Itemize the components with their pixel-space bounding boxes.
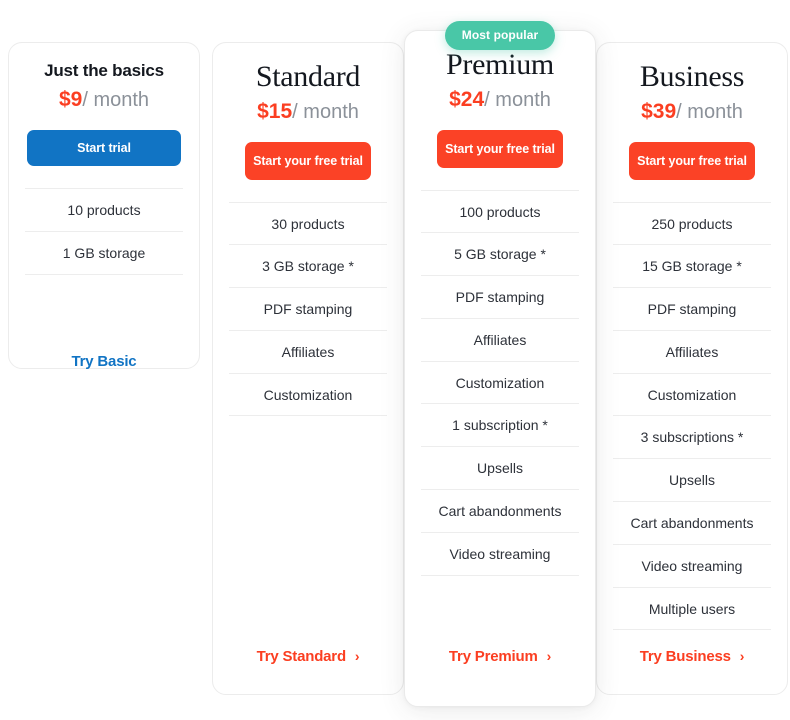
feature-item: 250 products — [613, 201, 771, 245]
feature-item: Cart abandonments — [421, 489, 579, 532]
try-standard-link[interactable]: Try Standard › — [257, 648, 360, 665]
most-popular-badge: Most popular — [444, 21, 556, 50]
try-link-label: Try Basic — [71, 353, 137, 370]
feature-item: Customization — [229, 372, 387, 417]
start-free-trial-button-standard[interactable]: Start your free trial — [245, 141, 371, 180]
try-link-wrapper-premium: Try Premium › — [405, 648, 595, 666]
card-header-basics: Just the basics $9/ month — [9, 43, 199, 112]
feature-item: Upsells — [613, 458, 771, 501]
price-period: / month — [484, 88, 551, 111]
feature-item: 3 GB storage * — [229, 244, 387, 287]
plan-price-basics: $9/ month — [19, 88, 189, 112]
feature-item: 1 subscription * — [421, 403, 579, 446]
feature-item: 5 GB storage * — [421, 232, 579, 275]
price-amount: $24 — [449, 87, 485, 111]
plan-name-premium: Premium — [446, 48, 554, 81]
feature-item: PDF stamping — [229, 287, 387, 330]
plan-name-standard: Standard — [255, 60, 361, 93]
feature-item: 30 products — [229, 201, 387, 245]
feature-item: Affiliates — [421, 317, 579, 361]
try-link-label: Try Standard — [256, 648, 346, 665]
pricing-card-standard: Standard $15/ month Start your free tria… — [212, 42, 404, 695]
feature-item: Affiliates — [229, 329, 387, 373]
pricing-table: Most popular Just the basics $9/ month S… — [0, 0, 790, 720]
feature-item: 1 GB storage — [25, 230, 183, 275]
feature-item: 100 products — [421, 189, 579, 233]
feature-item: Multiple users — [613, 586, 771, 631]
chevron-right-icon: › — [354, 648, 360, 664]
cta-button-wrapper-business: Start your free trial — [597, 141, 787, 180]
chevron-right-icon: › — [546, 648, 552, 664]
pricing-card-premium: Premium $24/ month Start your free trial… — [404, 30, 596, 707]
feature-item: Video streaming — [613, 543, 771, 587]
try-link-label: Try Premium — [448, 648, 538, 665]
most-popular-badge-wrapper: Most popular — [404, 21, 596, 50]
card-header-standard: Standard $15/ month — [213, 43, 403, 124]
try-basic-link[interactable]: Try Basic — [72, 353, 137, 370]
feature-list-premium: 100 products 5 GB storage * PDF stamping… — [421, 189, 579, 576]
feature-item: 3 subscriptions * — [613, 415, 771, 458]
price-amount: $9 — [58, 88, 83, 111]
start-trial-button-basics[interactable]: Start trial — [27, 130, 181, 166]
plan-name-basics: Just the basics — [44, 61, 164, 80]
feature-list-basics: 10 products 1 GB storage — [25, 188, 183, 275]
try-link-wrapper-business: Try Business › — [597, 648, 787, 666]
price-amount: $39 — [641, 99, 677, 123]
feature-item: 15 GB storage * — [613, 244, 771, 287]
price-period: / month — [292, 100, 359, 123]
feature-item: Customization — [613, 372, 771, 416]
try-premium-link[interactable]: Try Premium › — [449, 648, 551, 665]
price-amount: $15 — [257, 99, 293, 123]
cta-button-wrapper-standard: Start your free trial — [213, 141, 403, 180]
cta-button-wrapper-basics: Start trial — [9, 130, 199, 166]
feature-list-standard: 30 products 3 GB storage * PDF stamping … — [229, 201, 387, 417]
plan-price-premium: $24/ month — [415, 88, 585, 112]
pricing-card-basics: Just the basics $9/ month Start trial 10… — [8, 42, 200, 371]
feature-item: Customization — [421, 360, 579, 404]
feature-item: Affiliates — [613, 329, 771, 373]
chevron-right-icon: › — [739, 648, 745, 664]
feature-item: PDF stamping — [613, 287, 771, 330]
try-link-wrapper-basics: Try Basic — [9, 353, 199, 371]
try-business-link[interactable]: Try Business › — [639, 648, 745, 665]
start-free-trial-button-premium[interactable]: Start your free trial — [437, 129, 563, 168]
start-free-trial-button-business[interactable]: Start your free trial — [629, 141, 755, 180]
price-period: / month — [676, 100, 743, 123]
feature-item: 10 products — [25, 188, 183, 231]
try-link-wrapper-standard: Try Standard › — [213, 648, 403, 666]
feature-item: Upsells — [421, 446, 579, 489]
cta-button-wrapper-premium: Start your free trial — [405, 129, 595, 168]
feature-item: Cart abandonments — [613, 501, 771, 544]
feature-item: PDF stamping — [421, 275, 579, 318]
feature-item: Video streaming — [421, 531, 579, 576]
plan-name-business: Business — [639, 60, 745, 93]
price-period: / month — [82, 89, 150, 111]
pricing-card-business: Business $39/ month Start your free tria… — [596, 42, 788, 695]
card-header-business: Business $39/ month — [597, 43, 787, 124]
plan-price-business: $39/ month — [607, 100, 777, 124]
feature-list-business: 250 products 15 GB storage * PDF stampin… — [613, 201, 771, 631]
try-link-label: Try Business — [639, 648, 731, 665]
plan-price-standard: $15/ month — [223, 100, 393, 124]
